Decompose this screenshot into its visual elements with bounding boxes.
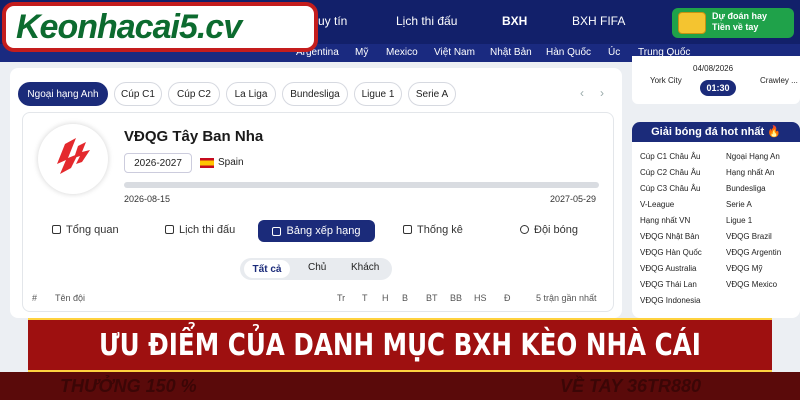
- grid-icon: [52, 225, 61, 234]
- laliga-logo: [38, 124, 108, 194]
- col-rank: #: [32, 293, 38, 303]
- flag-icon: [165, 225, 174, 234]
- hot-league-item[interactable]: VĐQG Thái Lan: [640, 280, 697, 289]
- hot-league-item[interactable]: VĐQG Indonesia: [640, 296, 700, 305]
- col-loss: B: [402, 293, 409, 303]
- nav-item-reputation[interactable]: uy tín: [318, 14, 347, 28]
- promo-ghost-right: VỀ TAY 36TR880: [560, 376, 702, 396]
- tab-statistics-label: Thống kê: [417, 224, 463, 236]
- season-start-date: 2026-08-15: [124, 194, 171, 204]
- hot-league-item[interactable]: Cúp C3 Châu Âu: [640, 184, 700, 193]
- home-team: York City: [650, 76, 682, 85]
- hot-leagues-title: Giải bóng đá hot nhất 🔥: [632, 122, 800, 142]
- promo-strip: THƯỞNG 150 % VỀ TAY 36TR880: [0, 372, 800, 400]
- country-item[interactable]: Mexico: [386, 47, 418, 58]
- match-time: 01:30: [700, 80, 736, 96]
- col-team: Tên đội: [55, 293, 86, 303]
- tab-premier-league[interactable]: Ngoại hạng Anh: [18, 82, 108, 106]
- hot-league-item[interactable]: VĐQG Argentin: [726, 248, 781, 257]
- tab-overview-label: Tổng quan: [66, 224, 119, 236]
- tab-teams-label: Đội bóng: [534, 224, 579, 236]
- promo-line1: Dự đoán hay: [712, 11, 768, 21]
- hot-league-item[interactable]: VĐQG Mexico: [726, 280, 777, 289]
- hot-league-item[interactable]: Serie A: [726, 200, 752, 209]
- chevron-right-icon[interactable]: ›: [600, 86, 604, 100]
- tab-la-liga[interactable]: La Liga: [226, 82, 276, 106]
- hot-league-item[interactable]: Ligue 1: [726, 216, 752, 225]
- prediction-promo-button[interactable]: Dự đoán hay Tiền về tay: [672, 8, 794, 38]
- tab-standings[interactable]: Bảng xếp hạng: [258, 220, 375, 242]
- country-item[interactable]: Mỹ: [355, 47, 368, 58]
- league-country: Spain: [218, 157, 244, 168]
- tab-schedule-label: Lịch thi đấu: [179, 224, 236, 236]
- tab-c1[interactable]: Cúp C1: [114, 82, 162, 106]
- banner-title: ƯU ĐIỂM CỦA DANH MỤC BXH KÈO NHÀ CÁI: [99, 327, 701, 363]
- tab-teams[interactable]: Đội bóng: [520, 224, 578, 236]
- hot-league-item[interactable]: VĐQG Hàn Quốc: [640, 248, 702, 257]
- tab-bundesliga[interactable]: Bundesliga: [282, 82, 348, 106]
- season-end-date: 2027-05-29: [550, 194, 597, 204]
- promo-line2: Tiền về tay: [712, 22, 759, 32]
- tab-ligue-1[interactable]: Ligue 1: [354, 82, 402, 106]
- hot-league-item[interactable]: VĐQG Australia: [640, 264, 696, 273]
- hot-league-item[interactable]: Bundesliga: [726, 184, 766, 193]
- col-draw: H: [382, 293, 389, 303]
- hot-league-item[interactable]: VĐQG Nhật Bản: [640, 232, 699, 241]
- col-last-five: 5 trận gần nhất: [536, 293, 597, 303]
- col-points: Đ: [504, 293, 511, 303]
- tab-statistics[interactable]: Thống kê: [403, 224, 463, 236]
- hot-league-item[interactable]: Cúp C2 Châu Âu: [640, 168, 700, 177]
- match-date: 04/08/2026: [693, 64, 734, 73]
- chart-icon: [272, 226, 282, 236]
- tab-overview[interactable]: Tổng quan: [52, 224, 119, 236]
- money-icon: [678, 12, 706, 34]
- tab-serie-a[interactable]: Serie A: [408, 82, 456, 106]
- season-select[interactable]: 2026-2027: [124, 153, 192, 173]
- country-item[interactable]: Việt Nam: [434, 47, 475, 58]
- hot-league-item[interactable]: V-League: [640, 200, 674, 209]
- col-goals-for: BT: [426, 293, 438, 303]
- country-item[interactable]: Nhật Bản: [490, 47, 532, 58]
- col-goals-against: BB: [450, 293, 463, 303]
- col-played: Tr: [337, 293, 346, 303]
- hot-league-item[interactable]: VĐQG Brazil: [726, 232, 772, 241]
- filter-all[interactable]: Tất cả: [244, 260, 290, 278]
- season-progress: [124, 182, 599, 188]
- country-item[interactable]: Úc: [608, 47, 620, 58]
- nav-item-fifa-ranking[interactable]: BXH FIFA: [572, 14, 625, 28]
- filter-home[interactable]: Chủ: [308, 262, 326, 273]
- section-banner: ƯU ĐIỂM CỦA DANH MỤC BXH KÈO NHÀ CÁI: [28, 318, 772, 372]
- tab-c2[interactable]: Cúp C2: [168, 82, 220, 106]
- league-title: VĐQG Tây Ban Nha: [124, 128, 264, 145]
- hot-league-item[interactable]: Ngoại Hạng An: [726, 152, 780, 161]
- promo-ghost-left: THƯỞNG 150 %: [60, 376, 197, 396]
- users-icon: [520, 225, 529, 234]
- filter-away[interactable]: Khách: [351, 262, 379, 273]
- hot-league-item[interactable]: VĐQG Mỹ: [726, 264, 762, 273]
- away-team: Crawley ...: [760, 76, 798, 85]
- nav-item-schedule[interactable]: Lịch thi đấu: [396, 14, 457, 28]
- chevron-left-icon[interactable]: ‹: [580, 86, 584, 100]
- tab-standings-label: Bảng xếp hạng: [286, 225, 361, 237]
- spain-flag-icon: [200, 158, 214, 168]
- col-goal-diff: HS: [474, 293, 487, 303]
- site-logo[interactable]: Keonhacai5.cv: [2, 2, 318, 52]
- league-info-card: [22, 112, 614, 312]
- tab-schedule[interactable]: Lịch thi đấu: [165, 224, 235, 236]
- hot-league-item[interactable]: Hạng nhất An: [726, 168, 774, 177]
- hot-league-item[interactable]: Hạng nhất VN: [640, 216, 690, 225]
- document-icon: [403, 225, 412, 234]
- hot-league-item[interactable]: Cúp C1 Châu Âu: [640, 152, 700, 161]
- country-item[interactable]: Hàn Quốc: [546, 47, 591, 58]
- nav-item-standings[interactable]: BXH: [502, 14, 527, 28]
- col-win: T: [362, 293, 368, 303]
